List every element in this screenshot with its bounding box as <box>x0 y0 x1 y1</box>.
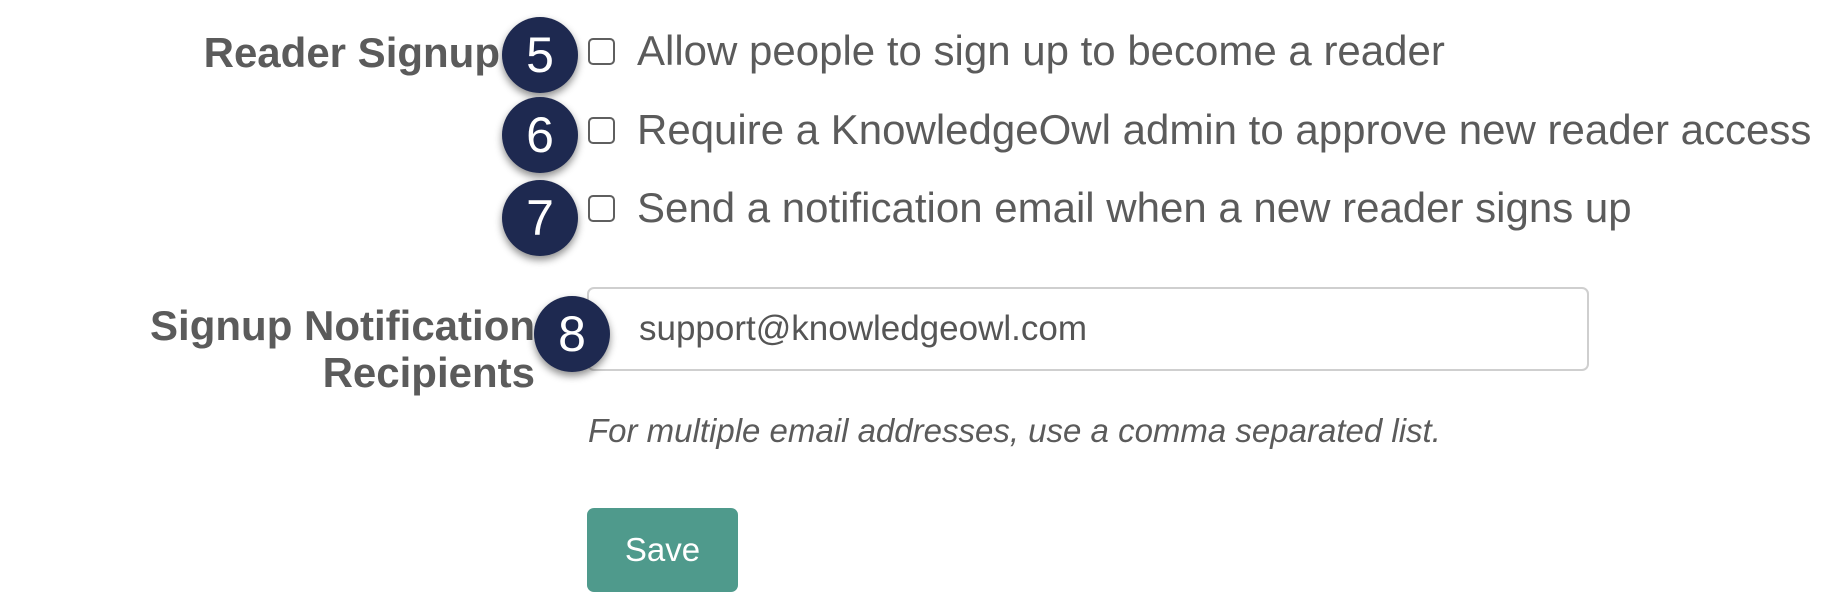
notification-email-label[interactable]: Send a notification email when a new rea… <box>637 184 1632 232</box>
recipients-email-field[interactable] <box>587 287 1589 371</box>
recipients-help-text: For multiple email addresses, use a comm… <box>588 412 1441 449</box>
require-approval-checkbox[interactable] <box>588 116 615 144</box>
reader-signup-settings: Reader Signup Allow people to sign up to… <box>0 0 1846 611</box>
require-approval-label[interactable]: Require a KnowledgeOwl admin to approve … <box>637 106 1811 154</box>
recipients-label-line1: Signup Notification <box>150 302 535 349</box>
reader-signup-label: Reader Signup <box>203 29 500 76</box>
notification-email-option[interactable]: Send a notification email when a new rea… <box>588 180 1632 236</box>
allow-signup-checkbox[interactable] <box>588 37 615 65</box>
callout-badge-6: 6 <box>502 97 578 173</box>
callout-badge-8: 8 <box>534 296 610 372</box>
require-approval-option[interactable]: Require a KnowledgeOwl admin to approve … <box>588 102 1811 158</box>
callout-badge-5: 5 <box>502 17 578 93</box>
save-button[interactable]: Save <box>587 508 738 592</box>
callout-badge-7: 7 <box>502 180 578 256</box>
notification-email-checkbox[interactable] <box>588 194 615 222</box>
recipients-label: Signup Notification Recipients <box>150 302 535 396</box>
allow-signup-label[interactable]: Allow people to sign up to become a read… <box>637 27 1445 75</box>
recipients-label-line2: Recipients <box>322 349 535 396</box>
allow-signup-option[interactable]: Allow people to sign up to become a read… <box>588 23 1445 79</box>
